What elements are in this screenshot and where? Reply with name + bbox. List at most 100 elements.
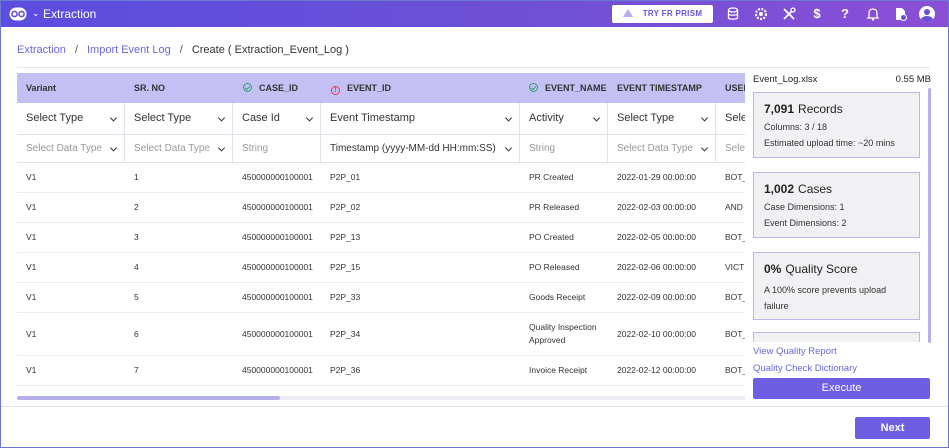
data-type-input-event-name[interactable]: String [520,135,608,162]
upload-time: Estimated upload time: ~20 mins [764,138,895,148]
file-size: 0.55 MB [895,74,931,85]
table-cell: 4 [134,262,139,272]
prism-icon [622,9,633,17]
column-header-variant: Variant [26,83,57,93]
table-row[interactable]: V1 5 450000000100001 P2P_33 Goods Receipt 202… [17,283,745,313]
execute-button[interactable]: Execute [753,378,930,399]
records-count: 7,091 [764,102,795,116]
event-log-table: Variant SR. NO CASE_ID ! EVENT_ID EVENT_N… [17,73,745,400]
select-value: Select Type [725,112,745,124]
select-value: Activity [529,112,564,124]
type-select-case-id[interactable]: Case Id [233,103,321,134]
table-cell: V1 [26,172,37,182]
quality-score-value: 0% [764,262,782,276]
data-type-input-case-id[interactable]: String [233,135,321,162]
file-name: Event_Log.xlsx [753,74,818,85]
table-cell: BOT_ [725,328,745,339]
type-select-event-id[interactable]: Event Timestamp [321,103,520,134]
table-row[interactable]: V1 4 450000000100001 P2P_15 PO Released 2022-… [17,253,745,283]
database-icon[interactable] [725,6,741,22]
scrollbar-thumb[interactable] [17,396,280,400]
column-header-label: CASE_ID [259,83,299,93]
cases-count: 1,002 [764,182,795,196]
table-row[interactable]: V1 6 450000000100001 P2P_34 Quality Inspecti… [17,313,745,356]
chevron-down-icon [592,113,601,122]
table-cell: P2P_02 [330,202,361,212]
type-select-event-timestamp[interactable]: Select Type [608,103,716,134]
table-row[interactable]: V1 2 450000000100001 P2P_02 PR Released 2022-… [17,193,745,223]
table-row[interactable]: V1 1 450000000100001 P2P_01 PR Created 2022-0… [17,163,745,193]
divider [17,67,930,68]
column-data-type-row: Select Data Type Select Data Type String… [17,135,745,163]
table-cell: PR Released [529,202,580,212]
column-header-event-timestamp: EVENT TIMESTAMP [617,83,702,93]
cases-heading: 1,002 Cases [764,182,909,196]
app-logo-icon[interactable] [9,7,27,21]
table-cell: 450000000100001 [242,262,313,272]
table-cell: 1 [134,172,139,182]
valid-check-icon [243,83,252,92]
breadcrumb-current: Create ( Extraction_Event_Log ) [191,44,349,56]
billing-dollar-icon[interactable]: $ [809,6,825,22]
table-cell: 2022-02-03 00:00:00 [617,202,696,212]
try-prism-button[interactable]: TRY FR PRISM [612,5,713,23]
data-type-select-sr-no[interactable]: Select Data Type [125,135,233,162]
table-row[interactable]: V1 3 450000000100001 P2P_13 PO Created 2022-0… [17,223,745,253]
user-avatar-icon[interactable] [919,6,935,22]
table-cell: BOT_ [725,172,745,182]
type-select-sr-no[interactable]: Select Type [125,103,233,134]
view-quality-report-link[interactable]: View Quality Report [753,346,837,357]
column-header-label: EVENT_NAME [545,83,607,93]
data-type-select-variant[interactable]: Select Data Type [17,135,125,162]
table-cell: 2022-02-09 00:00:00 [617,292,696,302]
data-type-select-event-timestamp[interactable]: Select Data Type [608,135,716,162]
notifications-bell-icon[interactable] [865,6,881,22]
table-cell: V1 [26,232,37,242]
help-icon[interactable]: ? [837,6,853,22]
tools-icon[interactable] [781,6,797,22]
breadcrumb-link-import-event-log[interactable]: Import Event Log [87,44,171,56]
horizontal-scrollbar[interactable] [17,396,745,400]
column-header-user: USER [725,83,745,93]
column-header-label: EVENT_ID [347,83,392,93]
quality-check-dictionary-link[interactable]: Quality Check Dictionary [753,363,857,374]
event-dimensions: Event Dimensions: 2 [764,218,847,228]
table-cell: V1 [26,292,37,302]
table-cell: 7 [134,365,139,375]
quality-score-card: 0% Quality Score A 100% score prevents up… [753,252,920,320]
document-status-icon[interactable] [892,6,908,22]
table-cell: V1 [26,365,37,375]
data-type-select-user[interactable]: Select Data Type [716,135,745,162]
next-button[interactable]: Next [855,417,930,439]
chevron-down-icon [504,143,513,152]
type-select-variant[interactable]: Select Type [17,103,125,134]
table-cell: 5 [134,292,139,302]
select-value: Select Type [26,112,84,124]
table-cell: 450000000100001 [242,292,313,302]
quality-heading: 0% Quality Score [764,262,909,276]
table-cell: Invoice Receipt [529,365,588,375]
breadcrumb-separator: / [179,44,183,56]
cases-card: 1,002 Cases Case Dimensions: 1 Event Dime… [753,172,920,238]
type-select-event-name[interactable]: Activity [520,103,608,134]
settings-gear-icon[interactable] [753,6,769,22]
type-select-user[interactable]: Select Type [716,103,745,134]
breadcrumb-link-extraction[interactable]: Extraction [17,44,66,56]
footer-divider [1,406,948,407]
column-header-sr-no: SR. NO [134,83,166,93]
try-prism-label: TRY FR PRISM [642,9,703,18]
breadcrumb-separator: / [74,44,78,56]
table-cell: P2P_34 [330,328,361,339]
quality-score-label: Quality Score [785,262,858,276]
chevron-down-icon [504,113,513,122]
select-value: Event Timestamp [330,112,415,124]
app-switcher-chevron-icon[interactable]: ⌄ [32,8,40,19]
table-row[interactable]: V1 7 450000000100001 P2P_36 Invoice Receipt 2… [17,356,745,386]
table-cell: Goods Receipt [529,292,586,302]
table-cell: P2P_13 [330,232,361,242]
table-cell: 2 [134,202,139,212]
table-header-row: Variant SR. NO CASE_ID ! EVENT_ID EVENT_N… [17,73,745,103]
data-type-select-event-id[interactable]: Timestamp (yyyy-MM-dd HH:mm:SS) [321,135,520,162]
table-cell: P2P_33 [330,292,361,302]
side-panel-scrollbar[interactable] [928,88,931,343]
